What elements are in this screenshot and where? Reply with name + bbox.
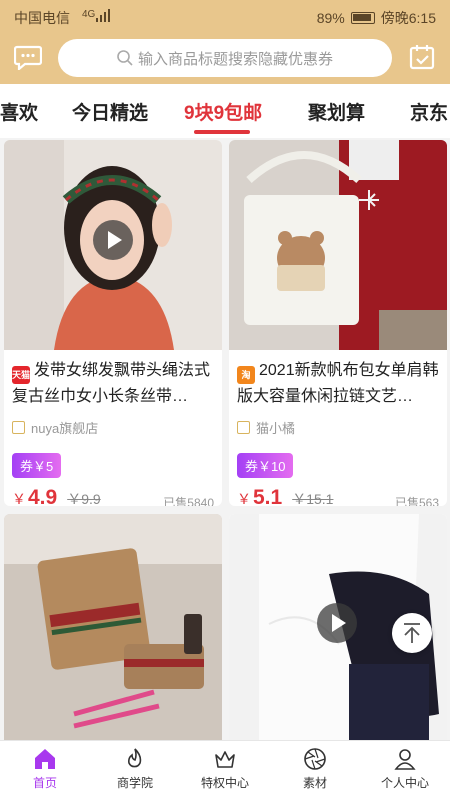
product-card[interactable]: 淘 2021新款帆布包女单肩韩版大容量休闲拉链文艺… 猫小橘 券￥10 ￥ 5.1… — [229, 140, 447, 506]
nav-label: 特权中心 — [200, 776, 249, 790]
clock: 傍晚6:15 — [380, 10, 436, 26]
signal-icon — [96, 9, 110, 22]
search-placeholder: 输入商品标题搜索隐藏优惠券 — [138, 50, 334, 68]
back-to-top-button[interactable] — [392, 613, 432, 653]
search-bar[interactable]: 输入商品标题搜索隐藏优惠券 — [58, 39, 392, 77]
price: 5.1 — [253, 486, 283, 506]
nav-home[interactable]: 首页 — [0, 747, 90, 791]
nav-materials[interactable]: 素材 — [270, 747, 360, 791]
network-type: 4G — [82, 9, 96, 20]
tab-juhuasuan[interactable]: 聚划算 — [308, 98, 365, 125]
product-card[interactable] — [4, 514, 222, 740]
product-card[interactable]: 天猫 发带女绑发飘带头绳法式复古丝巾女小长条丝带… nuya旗舰店 券￥5 ￥ 4… — [4, 140, 222, 506]
video-play-icon[interactable] — [93, 220, 133, 260]
original-price: ￥15.1 — [292, 491, 334, 506]
nav-label: 素材 — [302, 776, 327, 790]
person-icon — [394, 749, 416, 770]
nav-business-school[interactable]: 商学院 — [90, 747, 180, 791]
battery-icon — [350, 12, 375, 24]
home-icon — [35, 749, 55, 769]
price: 4.9 — [28, 486, 58, 506]
product-feed[interactable]: 天猫 发带女绑发飘带头绳法式复古丝巾女小长条丝带… nuya旗舰店 券￥5 ￥ 4… — [0, 138, 450, 740]
flame-icon — [128, 748, 142, 768]
calendar-checkin-icon[interactable] — [408, 43, 436, 71]
app-header: 输入商品标题搜索隐藏优惠券 — [0, 32, 450, 84]
crown-icon — [215, 751, 235, 768]
tab-today-picks[interactable]: 今日精选 — [72, 98, 148, 125]
status-bar: 中国电信 4G 89% 傍晚6:15 — [0, 0, 450, 32]
product-image — [229, 140, 447, 350]
nav-profile[interactable]: 个人中心 — [360, 747, 450, 791]
original-price: ￥9.9 — [67, 491, 101, 506]
tab-like[interactable]: 喜欢 — [0, 98, 38, 125]
coupon-badge[interactable]: 券￥5 — [12, 453, 62, 478]
taobao-badge-icon: 淘 — [237, 366, 255, 384]
nav-label: 个人中心 — [380, 776, 429, 790]
coupon-badge[interactable]: 券￥10 — [237, 453, 294, 478]
sold-count: 已售563 — [394, 496, 439, 506]
product-image — [4, 140, 222, 350]
carrier-name: 中国电信 — [14, 10, 70, 26]
product-title: 发带女绑发飘带头绳法式复古丝巾女小长条丝带… — [12, 362, 211, 405]
search-icon — [117, 50, 133, 66]
nav-label: 商学院 — [116, 776, 153, 790]
battery-percent: 89% — [316, 10, 345, 26]
active-tab-indicator — [194, 130, 250, 134]
tmall-badge-icon: 天猫 — [12, 366, 30, 384]
arrow-up-icon — [404, 623, 420, 643]
nav-privilege-center[interactable]: 特权中心 — [180, 747, 270, 791]
aperture-icon — [304, 748, 326, 770]
shop-icon — [237, 421, 250, 434]
video-play-icon[interactable] — [317, 603, 357, 643]
product-title: 2021新款帆布包女单肩韩版大容量休闲拉链文艺… — [237, 362, 439, 405]
bottom-nav: 首页 商学院 特权中心 素材 个人中心 — [0, 740, 450, 800]
shop-icon — [12, 421, 25, 434]
shop-name: nuya旗舰店 — [31, 421, 99, 436]
shop-name: 猫小橘 — [256, 421, 296, 436]
currency-symbol: ￥ — [237, 491, 251, 506]
product-image — [4, 514, 222, 740]
currency-symbol: ￥ — [12, 491, 26, 506]
category-tabs: 喜欢 今日精选 9块9包邮 聚划算 京东 — [0, 84, 450, 138]
nav-label: 首页 — [32, 776, 57, 790]
sold-count: 已售5840 — [163, 496, 214, 506]
tab-9-9-free-shipping[interactable]: 9块9包邮 — [184, 98, 262, 125]
message-icon[interactable] — [14, 44, 42, 70]
tab-jd[interactable]: 京东 — [410, 98, 448, 125]
